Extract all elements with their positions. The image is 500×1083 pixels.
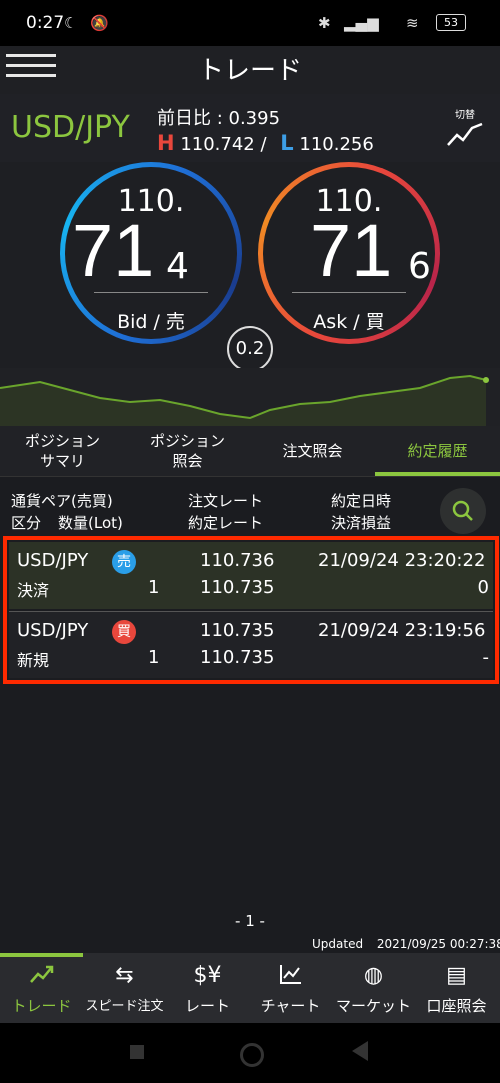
row-exec-rate: 110.735 [200, 647, 275, 668]
col-exec-date: 約定日時 [331, 492, 392, 510]
signal-icon: ▂▄▆ [344, 14, 379, 32]
bid-button[interactable]: 110. 71 4 Bid / 売 [60, 162, 242, 344]
status-bar: 0:27 ☾ 🔕 ✱ ▂▄▆ ≋ 53 [0, 0, 500, 46]
column-headers: 通貨ペア(売買) 区分 数量(Lot) 注文レート 約定レート 約定日時 決済損… [0, 477, 500, 537]
nav-chart[interactable]: チャート [249, 953, 332, 1023]
system-nav-bar [0, 1023, 500, 1083]
row-pair: USD/JPY [17, 620, 89, 641]
row-exec-rate: 110.735 [200, 577, 275, 598]
buy-badge: 買 [112, 620, 136, 644]
search-button[interactable] [440, 488, 486, 534]
updated-time: 2021/09/25 00:27:38 [376, 937, 500, 951]
bluetooth-icon: ✱ [318, 14, 331, 32]
prev-day-change: 前日比 : 0.395 [157, 108, 281, 129]
page-title: トレード [197, 56, 302, 86]
bid-price-main: 71 [72, 209, 155, 292]
bottom-nav: トレード ⇆ スピード注文 $¥ レート チャート ◍ マーケット ▤ 口座照会 [0, 953, 500, 1023]
nav-account[interactable]: ▤ 口座照会 [415, 953, 498, 1023]
rate-icon: $¥ [193, 963, 222, 988]
currency-pair[interactable]: USD/JPY [11, 110, 130, 145]
recent-apps-button[interactable] [130, 1045, 144, 1059]
nav-speed-order[interactable]: ⇆ スピード注文 [83, 953, 166, 1023]
tab-bar: ポジション サマリ ポジション 照会 注文照会 約定履歴 [0, 426, 500, 477]
col-kubun: 区分 [11, 514, 42, 532]
row-pnl: 0 [477, 577, 489, 598]
row-kubun: 決済 [17, 581, 50, 600]
row-order-rate: 110.736 [200, 550, 275, 571]
ask-label: Ask / 買 [313, 311, 385, 333]
col-pnl: 決済損益 [331, 514, 392, 532]
switch-button[interactable]: 切替 [440, 106, 490, 152]
row-pair: USD/JPY [17, 550, 89, 571]
wifi-icon: ≋ [406, 14, 419, 32]
table-row[interactable]: USD/JPY 売 110.736 21/09/24 23:20:22 決済 1… [9, 542, 493, 609]
tab-position-summary[interactable]: ポジション サマリ [0, 426, 125, 476]
low-value: 110.256 [299, 134, 374, 155]
nav-active-indicator [0, 953, 83, 957]
col-order-rate: 注文レート [188, 492, 264, 510]
line-chart-icon [447, 122, 483, 146]
tab-order-inquiry[interactable]: 注文照会 [250, 426, 375, 476]
row-datetime: 21/09/24 23:19:56 [318, 620, 486, 641]
ask-price-pip: 6 [408, 246, 431, 287]
nav-rate[interactable]: $¥ レート [166, 953, 249, 1023]
tab-position-inquiry[interactable]: ポジション 照会 [125, 426, 250, 476]
moon-icon: ☾ [64, 14, 78, 32]
row-datetime: 21/09/24 23:20:22 [318, 550, 486, 571]
high-value: 110.742 / [180, 134, 267, 155]
row-order-rate: 110.735 [200, 620, 275, 641]
battery-icon: 53 [436, 14, 466, 31]
app-header: トレード [0, 46, 500, 94]
sell-badge: 売 [112, 550, 136, 574]
col-exec-rate: 約定レート [188, 514, 264, 532]
chart-icon [249, 963, 332, 991]
high-low: H 110.742 / L 110.256 [157, 131, 374, 155]
table-row[interactable]: USD/JPY 買 110.735 21/09/24 23:19:56 新規 1… [9, 612, 493, 678]
updated-stamp: Updated 2021/09/25 00:27:38 [312, 937, 500, 951]
ask-button[interactable]: 110. 71 6 Ask / 買 [258, 162, 440, 344]
ask-price-main: 71 [310, 209, 393, 292]
status-time: 0:27 [26, 13, 65, 33]
execution-list: USD/JPY 売 110.736 21/09/24 23:20:22 決済 1… [3, 536, 499, 684]
row-pnl: - [482, 647, 490, 668]
account-icon: ▤ [446, 963, 467, 988]
speed-order-icon: ⇆ [115, 963, 134, 988]
tick-sparkline [0, 368, 500, 426]
page-number: - 1 - [235, 912, 265, 930]
row-qty: 1 [148, 647, 160, 668]
bid-price-pip: 4 [166, 246, 189, 287]
mute-icon: 🔕 [90, 14, 109, 32]
switch-label: 切替 [455, 110, 475, 121]
search-icon [452, 500, 473, 521]
high-label: H [157, 131, 175, 155]
globe-icon: ◍ [363, 963, 384, 988]
col-qty: 数量(Lot) [58, 514, 123, 532]
col-pair: 通貨ペア(売買) [11, 492, 113, 510]
tab-execution-history[interactable]: 約定履歴 [375, 426, 500, 476]
nav-market[interactable]: ◍ マーケット [332, 953, 415, 1023]
nav-trade[interactable]: トレード [0, 953, 83, 1023]
row-kubun: 新規 [17, 651, 50, 670]
trade-chart-icon [0, 963, 83, 991]
back-button[interactable] [352, 1041, 368, 1061]
row-qty: 1 [148, 577, 160, 598]
low-label: L [280, 131, 294, 155]
bid-label: Bid / 売 [117, 311, 185, 333]
home-button[interactable] [240, 1043, 264, 1067]
updated-label: Updated [312, 937, 364, 951]
pair-info: USD/JPY 前日比 : 0.395 H 110.742 / L 110.25… [0, 94, 500, 162]
active-tab-indicator [375, 472, 500, 476]
spread-badge: 0.2 [227, 326, 273, 372]
